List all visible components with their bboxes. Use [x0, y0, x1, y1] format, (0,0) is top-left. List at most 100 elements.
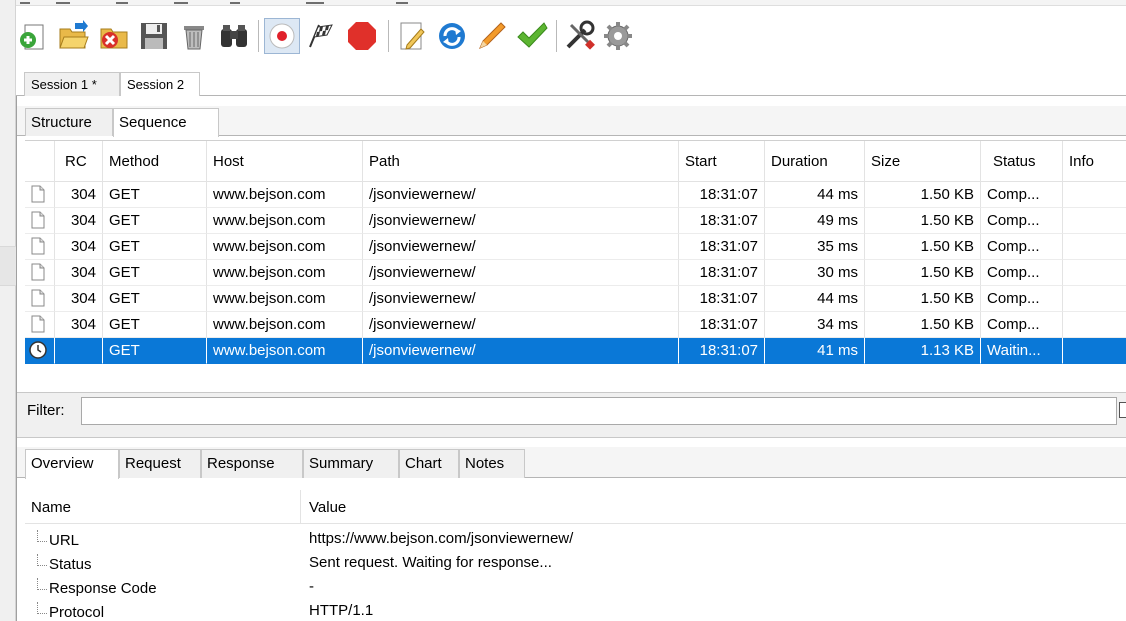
open-icon [59, 20, 89, 49]
record-button[interactable] [264, 18, 300, 54]
cell-size: 1.50 KB [865, 182, 981, 208]
property-row[interactable]: Protocol HTTP/1.1 [25, 600, 1126, 621]
table-row[interactable]: 304 GET www.bejson.com/jsonviewernew/18:31… [25, 312, 1126, 338]
tab-request[interactable]: Request [119, 449, 201, 478]
new-session-button[interactable] [16, 18, 52, 54]
clear-button[interactable] [176, 18, 212, 54]
cell-path: /jsonviewernew/ [363, 182, 679, 208]
toolbar-separator [258, 20, 259, 52]
cell-duration: 44 ms [765, 286, 865, 312]
document-icon [25, 312, 55, 338]
validate-pencil-button[interactable] [474, 18, 510, 54]
cell-start: 18:31:07 [679, 338, 765, 364]
stop-button[interactable] [344, 18, 380, 54]
value-column-header[interactable]: Value [301, 490, 1126, 524]
settings-button[interactable] [600, 18, 636, 54]
cell-rc: 304 [55, 286, 103, 312]
tab-overview[interactable]: Overview [25, 449, 119, 479]
edit-request-button[interactable] [394, 18, 430, 54]
table-row[interactable]: 304 GET www.bejson.com/jsonviewernew/18:31… [25, 182, 1126, 208]
table-row[interactable]: 304 GET www.bejson.com/jsonviewernew/18:31… [25, 286, 1126, 312]
tab-summary[interactable]: Summary [303, 449, 399, 478]
cell-path: /jsonviewernew/ [363, 208, 679, 234]
clear-icon [184, 26, 204, 50]
cell-status: Waitin... [981, 338, 1063, 364]
filter-input[interactable] [81, 397, 1117, 425]
cell-rc: 304 [55, 208, 103, 234]
repeat-button[interactable] [434, 18, 470, 54]
table-row[interactable]: 304 GET www.bejson.com/jsonviewernew/18:31… [25, 260, 1126, 286]
menu-view[interactable] [116, 2, 128, 4]
table-row[interactable]: GET www.bejson.com/jsonviewernew/18:31:07… [25, 338, 1126, 364]
cell-rc [55, 338, 103, 364]
tab-sequence[interactable]: Sequence [113, 108, 219, 137]
menu-edit[interactable] [56, 2, 70, 4]
tab-session-1[interactable]: Session 1 * [24, 72, 120, 96]
throttle-button[interactable] [304, 18, 340, 54]
menu-tools[interactable] [230, 2, 240, 4]
menu-window[interactable] [306, 2, 324, 4]
property-value: Sent request. Waiting for response... [309, 554, 552, 571]
cell-info [1063, 260, 1126, 286]
col-icon[interactable] [25, 141, 55, 182]
tab-session-2[interactable]: Session 2 [120, 72, 200, 97]
close-session-button[interactable] [96, 18, 132, 54]
cell-rc: 304 [55, 260, 103, 286]
session-tabs: Session 1 * Session 2 [16, 72, 1126, 97]
tools-button[interactable] [562, 18, 598, 54]
tab-notes[interactable]: Notes [459, 449, 525, 478]
find-button[interactable] [216, 18, 252, 54]
cell-info [1063, 208, 1126, 234]
cell-host: www.bejson.com [207, 208, 363, 234]
tree-line-icon [37, 530, 47, 542]
col-status[interactable]: Status [981, 141, 1063, 182]
menu-file[interactable] [20, 2, 30, 4]
cell-start: 18:31:07 [679, 312, 765, 338]
tab-chart[interactable]: Chart [399, 449, 459, 478]
validate-pencil-icon [479, 22, 506, 49]
col-host[interactable]: Host [207, 141, 363, 182]
tree-line-icon [37, 602, 47, 614]
col-rc[interactable]: RC [55, 141, 103, 182]
col-path[interactable]: Path [363, 141, 679, 182]
tools-icon [566, 20, 595, 50]
col-info[interactable]: Info [1063, 141, 1126, 182]
cell-method: GET [103, 338, 207, 364]
cell-size: 1.50 KB [865, 208, 981, 234]
col-method[interactable]: Method [103, 141, 207, 182]
tree-line-icon [37, 578, 47, 590]
cell-start: 18:31:07 [679, 182, 765, 208]
session-panel: Structure Sequence RC Method Host Path S… [16, 96, 1126, 621]
col-start[interactable]: Start [679, 141, 765, 182]
window-edge-band [0, 246, 16, 286]
property-value: https://www.bejson.com/jsonviewernew/ [309, 530, 574, 547]
property-row[interactable]: URL https://www.bejson.com/jsonviewernew… [25, 528, 1126, 552]
repeat-icon [439, 23, 465, 49]
cell-info [1063, 234, 1126, 260]
cell-size: 1.50 KB [865, 312, 981, 338]
property-value: HTTP/1.1 [309, 602, 374, 619]
cell-size: 1.50 KB [865, 286, 981, 312]
property-row[interactable]: Status Sent request. Waiting for respons… [25, 552, 1126, 576]
tab-response[interactable]: Response [201, 449, 303, 478]
window-left-edge [0, 0, 16, 621]
col-size[interactable]: Size [865, 141, 981, 182]
name-column-header[interactable]: Name [25, 490, 301, 524]
save-button[interactable] [136, 18, 172, 54]
open-button[interactable] [56, 18, 92, 54]
cell-method: GET [103, 208, 207, 234]
cell-start: 18:31:07 [679, 260, 765, 286]
settings-gear-icon [604, 22, 632, 50]
filter-checkbox[interactable] [1119, 402, 1126, 418]
menu-help[interactable] [396, 2, 408, 4]
panel-splitter[interactable] [17, 428, 1126, 438]
property-row[interactable]: Response Code - [25, 576, 1126, 600]
table-row[interactable]: 304 GET www.bejson.com/jsonviewernew/18:31… [25, 234, 1126, 260]
validate-check-button[interactable] [514, 18, 550, 54]
tab-structure[interactable]: Structure [25, 108, 113, 136]
table-row[interactable]: 304 GET www.bejson.com/jsonviewernew/18:31… [25, 208, 1126, 234]
toolbar-separator [388, 20, 389, 52]
menu-proxy[interactable] [174, 2, 188, 4]
cell-host: www.bejson.com [207, 312, 363, 338]
col-duration[interactable]: Duration [765, 141, 865, 182]
